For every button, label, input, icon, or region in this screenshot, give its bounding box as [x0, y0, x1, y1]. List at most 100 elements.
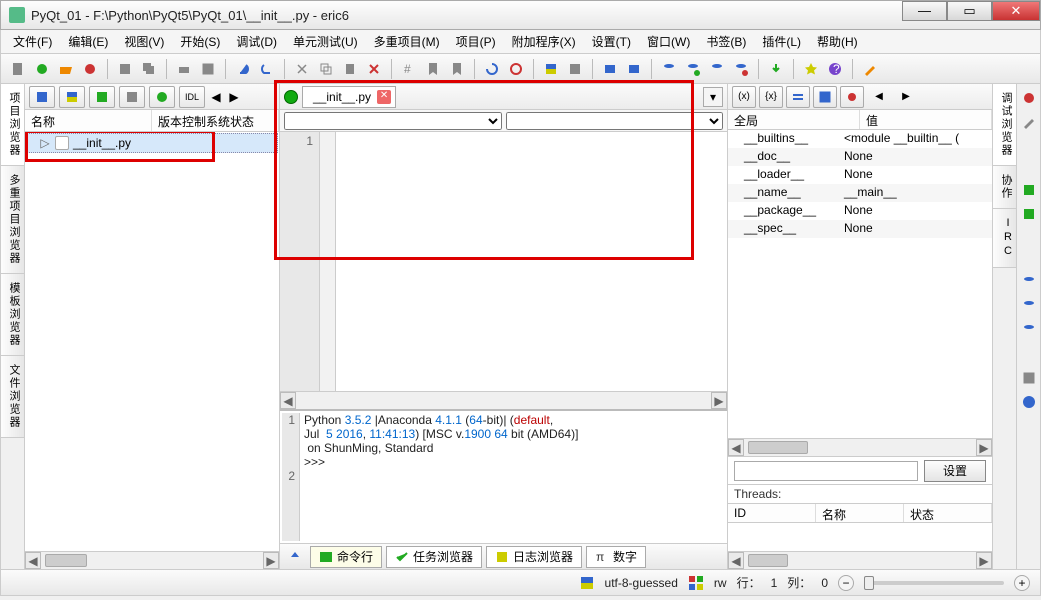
- dbgtab-calltrace-icon[interactable]: [813, 86, 837, 108]
- projtab-left-arrow-icon[interactable]: ◀: [209, 90, 223, 104]
- threads-scrollbar[interactable]: ◀ ▶: [728, 551, 992, 569]
- db1-icon[interactable]: [658, 58, 680, 80]
- projclose-icon[interactable]: [623, 58, 645, 80]
- editor-tab-init[interactable]: __init__.py ✕: [302, 86, 396, 108]
- menu-unittest[interactable]: 单元测试(U): [287, 31, 364, 52]
- menu-view[interactable]: 视图(V): [118, 31, 170, 52]
- rtool-db-icon[interactable]: [1019, 272, 1039, 292]
- sidetab-debug-viewer[interactable]: 调试浏览器: [993, 84, 1016, 166]
- new-plus-icon[interactable]: [31, 58, 53, 80]
- rtool-edit-icon[interactable]: [1019, 112, 1039, 132]
- rtool-help-icon[interactable]: [1019, 392, 1039, 412]
- dbgtab-locals-icon[interactable]: {x}: [759, 86, 783, 108]
- menu-file[interactable]: 文件(F): [7, 31, 58, 52]
- scroll-left-icon[interactable]: ◀: [280, 392, 296, 409]
- menu-edit[interactable]: 编辑(E): [62, 31, 114, 52]
- sidetab-file-browser[interactable]: 文件浏览器: [1, 356, 24, 438]
- close-icon[interactable]: [79, 58, 101, 80]
- project-tree[interactable]: ▷ __init__.py: [25, 132, 279, 551]
- editor-member-combo[interactable]: [506, 112, 724, 130]
- bookmark2-icon[interactable]: [446, 58, 468, 80]
- db2-icon[interactable]: [682, 58, 704, 80]
- sidetab-template-browser[interactable]: 模板浏览器: [1, 274, 24, 356]
- stop-icon[interactable]: [505, 58, 527, 80]
- saveall-icon[interactable]: [138, 58, 160, 80]
- code-area[interactable]: [336, 132, 727, 391]
- bottom-tab-shell[interactable]: 命令行: [310, 546, 382, 568]
- editor-scope-combo[interactable]: [284, 112, 502, 130]
- refresh-icon[interactable]: [481, 58, 503, 80]
- undo-icon[interactable]: [232, 58, 254, 80]
- cut-icon[interactable]: [291, 58, 313, 80]
- scroll-left-icon[interactable]: ◀: [728, 439, 744, 456]
- rtool-db2-icon[interactable]: [1019, 296, 1039, 316]
- debug-settings-button[interactable]: 设置: [924, 460, 986, 482]
- code-editor[interactable]: 1: [280, 132, 727, 391]
- print-icon[interactable]: [173, 58, 195, 80]
- projtab-resources-icon[interactable]: [119, 86, 145, 108]
- project-col-name[interactable]: 名称: [25, 110, 152, 131]
- new-file-icon[interactable]: [7, 58, 29, 80]
- menu-window[interactable]: 窗口(W): [641, 31, 696, 52]
- projtab-right-arrow-icon[interactable]: ▶: [227, 90, 241, 104]
- dbgtab-callstack-icon[interactable]: [786, 86, 810, 108]
- tree-expander-icon[interactable]: ▷: [39, 136, 51, 150]
- menu-extras[interactable]: 附加程序(X): [506, 31, 582, 52]
- dbgtab-globals-icon[interactable]: (x): [732, 86, 756, 108]
- editor-tab-close-icon[interactable]: ✕: [377, 90, 391, 104]
- vars-scrollbar[interactable]: ◀ ▶: [728, 438, 992, 456]
- close-button[interactable]: ✕: [992, 1, 1040, 21]
- paste-icon[interactable]: [339, 58, 361, 80]
- open-icon[interactable]: [55, 58, 77, 80]
- menu-debug[interactable]: 调试(D): [230, 31, 283, 52]
- menu-help[interactable]: 帮助(H): [811, 31, 864, 52]
- db3-icon[interactable]: [706, 58, 728, 80]
- project-props-icon[interactable]: [564, 58, 586, 80]
- sidetab-multiproject-browser[interactable]: 多重项目浏览器: [1, 166, 24, 274]
- dbgtab-breakpoints-icon[interactable]: [840, 86, 864, 108]
- var-col-value[interactable]: 值: [860, 110, 992, 129]
- delete-icon[interactable]: [363, 58, 385, 80]
- help-icon[interactable]: ?: [824, 58, 846, 80]
- thread-col-id[interactable]: ID: [728, 504, 816, 522]
- maximize-button[interactable]: ▭: [947, 1, 992, 21]
- scroll-right-icon[interactable]: ▶: [263, 552, 279, 569]
- rtool-qt-icon[interactable]: [1019, 180, 1039, 200]
- rtool-bug-icon[interactable]: [1019, 88, 1039, 108]
- thread-col-name[interactable]: 名称: [816, 504, 904, 522]
- rtool-db3-icon[interactable]: [1019, 320, 1039, 340]
- comment-icon[interactable]: #: [398, 58, 420, 80]
- rtool-ui-icon[interactable]: [1019, 368, 1039, 388]
- project-col-vcs[interactable]: 版本控制系统状态: [152, 110, 279, 131]
- scroll-right-icon[interactable]: ▶: [976, 439, 992, 456]
- minimize-button[interactable]: —: [902, 1, 947, 21]
- project-scrollbar[interactable]: ◀ ▶: [25, 551, 279, 569]
- menu-start[interactable]: 开始(S): [174, 31, 226, 52]
- projtab-others-icon[interactable]: IDL: [179, 86, 205, 108]
- menu-multiproject[interactable]: 多重项目(M): [368, 31, 446, 52]
- dbgtab-right-arrow-icon[interactable]: ▶: [894, 86, 918, 108]
- projtab-translations-icon[interactable]: [149, 86, 175, 108]
- rtool-qt2-icon[interactable]: [1019, 204, 1039, 224]
- bookmark-icon[interactable]: [422, 58, 444, 80]
- scroll-right-icon[interactable]: ▶: [711, 392, 727, 409]
- zoom-out-button[interactable]: −: [838, 575, 854, 591]
- sidetab-project-browser[interactable]: 项目浏览器: [1, 84, 24, 166]
- shell-console[interactable]: 1 2 Python 3.5.2 |Anaconda 4.1.1 (64-bit…: [280, 411, 727, 543]
- bottom-tab-numbers[interactable]: π数字: [586, 546, 646, 568]
- projtab-forms-icon[interactable]: [89, 86, 115, 108]
- tree-item-init[interactable]: ▷ __init__.py: [26, 133, 278, 153]
- redo-icon[interactable]: [256, 58, 278, 80]
- printpreview-icon[interactable]: [197, 58, 219, 80]
- sidetab-irc[interactable]: IRC: [993, 209, 1016, 268]
- projtab-sources-icon[interactable]: [29, 86, 55, 108]
- star-icon[interactable]: [800, 58, 822, 80]
- scroll-right-icon[interactable]: ▶: [976, 552, 992, 569]
- bottom-tab-tasks[interactable]: 任务浏览器: [386, 546, 482, 568]
- menu-bookmarks[interactable]: 书签(B): [700, 31, 752, 52]
- projopen-icon[interactable]: [599, 58, 621, 80]
- menu-settings[interactable]: 设置(T): [586, 31, 637, 52]
- var-col-global[interactable]: 全局: [728, 110, 860, 129]
- editor-tablist-button[interactable]: ▾: [703, 87, 723, 107]
- thread-col-state[interactable]: 状态: [904, 504, 992, 522]
